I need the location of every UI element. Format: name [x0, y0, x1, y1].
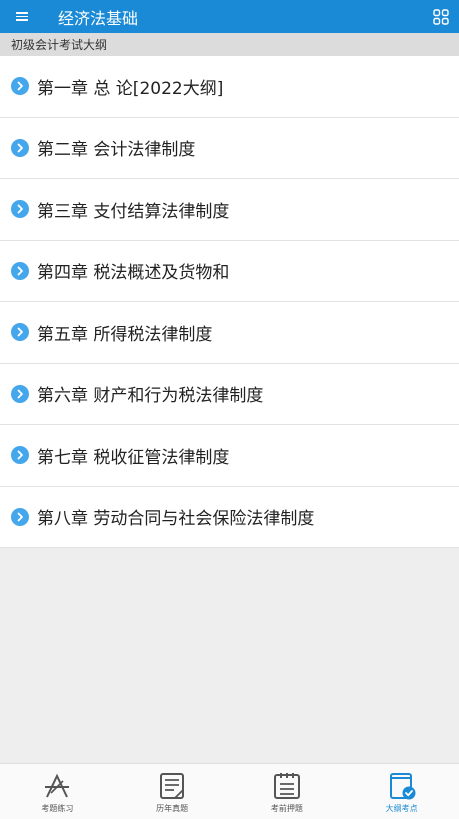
- tab-label: 考题练习: [41, 804, 74, 813]
- subheader-label: 初级会计考试大纲: [11, 38, 108, 52]
- chevron-right-icon: [11, 446, 29, 465]
- tab-label: 大纲考点: [385, 804, 418, 813]
- chapter-list: 第一章 总 论[2022大纲] 第二章 会计法律制度 第三章 支付结算法律制度 …: [0, 56, 459, 548]
- tab-pre-exam[interactable]: 考前押题: [230, 764, 345, 819]
- past-papers-icon: [160, 773, 185, 799]
- chevron-right-icon: [11, 77, 29, 96]
- tab-past-papers[interactable]: 历年真题: [115, 764, 230, 819]
- chapter-item[interactable]: 第二章 会计法律制度: [0, 118, 459, 179]
- chapter-label: 第四章 税法概述及货物和: [37, 263, 230, 284]
- tab-label: 考前押题: [270, 804, 303, 813]
- chapter-label: 第八章 劳动合同与社会保险法律制度: [37, 509, 315, 530]
- chevron-right-icon: [11, 138, 29, 157]
- tab-label: 历年真题: [156, 804, 189, 813]
- bottom-tab-bar: 考题练习 历年真题 考前押题 大纲考点: [0, 763, 459, 819]
- tab-exam-practice[interactable]: 考题练习: [0, 764, 115, 819]
- chapter-item[interactable]: 第七章 税收征管法律制度: [0, 425, 459, 487]
- chevron-right-icon: [11, 200, 29, 219]
- chapter-label: 第七章 税收征管法律制度: [37, 447, 230, 468]
- chapter-label: 第一章 总 论[2022大纲]: [37, 78, 224, 99]
- chapter-label: 第二章 会计法律制度: [37, 140, 196, 161]
- page-title: 经济法基础: [58, 8, 139, 28]
- pre-exam-icon: [273, 773, 300, 799]
- chapter-item[interactable]: 第三章 支付结算法律制度: [0, 179, 459, 241]
- chapter-item[interactable]: 第四章 税法概述及货物和: [0, 241, 459, 302]
- chevron-right-icon: [11, 384, 29, 403]
- chapter-label: 第六章 财产和行为税法律制度: [37, 386, 264, 407]
- section-subheader: 初级会计考试大纲: [0, 33, 459, 56]
- tab-syllabus[interactable]: 大纲考点: [344, 764, 459, 819]
- chapter-item[interactable]: 第八章 劳动合同与社会保险法律制度: [0, 487, 459, 548]
- grid-icon[interactable]: [427, 0, 455, 33]
- app-header: 经济法基础: [0, 0, 459, 33]
- chevron-right-icon: [11, 261, 29, 280]
- chapter-label: 第三章 支付结算法律制度: [37, 201, 230, 222]
- exam-practice-icon: [45, 773, 70, 798]
- chevron-right-icon: [11, 507, 29, 526]
- chapter-item[interactable]: 第六章 财产和行为税法律制度: [0, 364, 459, 425]
- hamburger-menu-icon[interactable]: [0, 0, 44, 33]
- chevron-right-icon: [11, 323, 29, 342]
- chapter-item[interactable]: 第五章 所得税法律制度: [0, 302, 459, 364]
- chapter-label: 第五章 所得税法律制度: [37, 324, 213, 345]
- syllabus-icon: [389, 773, 416, 800]
- chapter-item[interactable]: 第一章 总 论[2022大纲]: [0, 56, 459, 118]
